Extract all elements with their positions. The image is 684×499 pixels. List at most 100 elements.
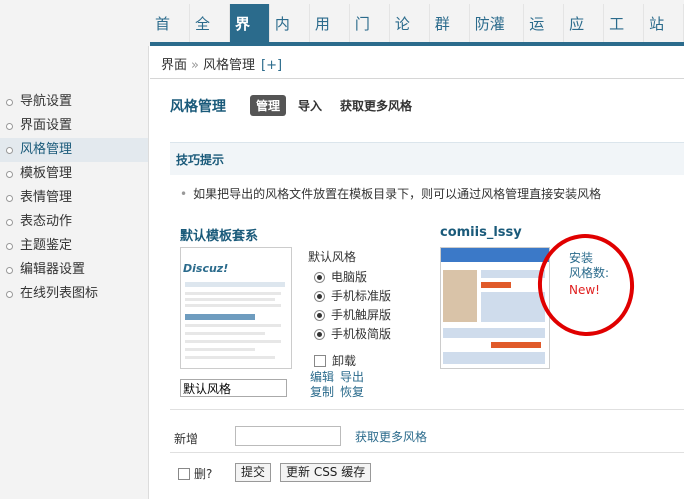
nav-tools[interactable]: 工具 [604, 4, 645, 73]
bullet-icon [6, 99, 13, 106]
sidebar-item-label: 导航设置 [20, 94, 73, 109]
options-header: 默认风格 [308, 250, 357, 264]
nav-home[interactable]: 首页 [150, 4, 190, 73]
sidebar-item-label: 编辑器设置 [20, 262, 86, 277]
option-label: 电脑版 [331, 270, 368, 284]
bullet-icon [6, 171, 13, 178]
new-style-input[interactable] [235, 426, 341, 446]
nav-interface[interactable]: 界面 [229, 4, 270, 73]
thumb-block [481, 292, 545, 322]
nav-users[interactable]: 用户 [310, 4, 350, 73]
edit-link[interactable]: 编辑 [310, 370, 334, 385]
top-bar: 首页 全局 界面 内容 用户 门户 论坛 群组 防灌水 运营 应用 工具 站长 [0, 0, 684, 73]
tips-panel: 技巧提示 [170, 142, 684, 175]
copy-link[interactable]: 复制 [310, 385, 334, 400]
sidebar-item-label: 表情管理 [20, 190, 73, 205]
radio-icon[interactable] [314, 272, 325, 283]
sidebar-item-online-icons[interactable]: 在线列表图标 [0, 282, 148, 306]
breadcrumb: 界面 » 风格管理 [+] [161, 54, 282, 73]
style1-name-input[interactable] [180, 379, 287, 397]
sidebar-item-thread-stamps[interactable]: 主题鉴定 [0, 234, 148, 258]
tab-import[interactable]: 导入 [292, 95, 328, 116]
sidebar-item-template-management[interactable]: 模板管理 [0, 162, 148, 186]
breadcrumb-section[interactable]: 界面 [161, 58, 187, 73]
option-mobile-standard[interactable]: 手机标准版 [308, 287, 391, 306]
nav-antispam[interactable]: 防灌水 [470, 4, 525, 73]
bullet-icon [6, 243, 13, 250]
sidebar-item-emoticons[interactable]: 表情管理 [0, 186, 148, 210]
option-mobile-touch[interactable]: 手机触屏版 [308, 306, 391, 325]
sidebar-item-label: 表态动作 [20, 214, 73, 229]
sub-tabs: 管理 导入 获取更多风格 [250, 95, 418, 116]
thumb-photo [443, 270, 477, 322]
thumb-row [185, 340, 281, 343]
thumb-row [185, 292, 281, 295]
update-css-cache-button[interactable]: 更新 CSS 缓存 [280, 463, 372, 482]
install-link[interactable]: 安装 [569, 251, 593, 265]
thumb-block [443, 328, 545, 338]
bullet-icon [6, 147, 13, 154]
thumb-block [443, 352, 545, 364]
sidebar-item-style-management[interactable]: 风格管理 [0, 138, 148, 162]
add-shortcut-link[interactable]: [+] [261, 58, 282, 73]
thumb-row [185, 304, 281, 307]
thumb-row [185, 298, 275, 301]
style1-title[interactable]: 默认模板套系 [180, 225, 258, 244]
nav-admin[interactable]: 站长 [644, 4, 684, 73]
breadcrumb-page: 风格管理 [202, 58, 255, 73]
option-label: 手机触屏版 [331, 308, 392, 322]
uninstall-option[interactable]: 卸载 [308, 352, 391, 369]
style2-thumbnail[interactable] [440, 247, 550, 369]
sidebar-item-nav-settings[interactable]: 导航设置 [0, 90, 148, 114]
radio-icon[interactable] [314, 291, 325, 302]
tip-text: • 如果把导出的风格文件放置在模板目录下，则可以通过风格管理直接安装风格 [180, 185, 601, 202]
checkbox-icon[interactable] [178, 467, 190, 480]
page-title: 风格管理 [170, 99, 226, 115]
style2-install: 安装 风格数: New! [569, 251, 609, 298]
nav-content[interactable]: 内容 [270, 4, 310, 73]
option-label: 手机极简版 [331, 327, 392, 341]
sidebar-item-label: 界面设置 [20, 118, 73, 133]
main-content: 风格管理 管理 导入 获取更多风格 技巧提示 • 如果把导出的风格文件放置在模板目… [150, 79, 684, 499]
nav-global[interactable]: 全局 [190, 4, 230, 73]
submit-button[interactable]: 提交 [235, 463, 272, 482]
thumb-row [185, 332, 265, 335]
uninstall-label: 卸载 [332, 354, 357, 368]
checkbox-icon[interactable] [314, 354, 326, 367]
add-label: 新增 [174, 432, 199, 446]
radio-icon[interactable] [314, 310, 325, 321]
sidebar-item-reactions[interactable]: 表态动作 [0, 210, 148, 234]
tab-get-more-styles[interactable]: 获取更多风格 [334, 95, 418, 116]
nav-groups[interactable]: 群组 [430, 4, 470, 73]
thumb-bar [185, 282, 285, 287]
divider [170, 409, 684, 410]
delete-option[interactable]: 删? [178, 465, 212, 482]
nav-apps[interactable]: 应用 [564, 4, 605, 73]
nav-operations[interactable]: 运营 [524, 4, 565, 73]
bullet-icon [6, 291, 13, 298]
tab-manage[interactable]: 管理 [250, 95, 287, 116]
sidebar-item-interface-settings[interactable]: 界面设置 [0, 114, 148, 138]
option-pc[interactable]: 电脑版 [308, 268, 391, 287]
option-label: 手机标准版 [331, 289, 392, 303]
bullet-icon [6, 219, 13, 226]
sidebar-item-label: 在线列表图标 [20, 286, 99, 301]
restore-link[interactable]: 恢复 [340, 385, 364, 400]
radio-icon[interactable] [314, 329, 325, 340]
breadcrumb-bar: 界面 » 风格管理 [+] [150, 46, 684, 79]
sidebar-item-label: 模板管理 [20, 166, 73, 181]
nav-forum[interactable]: 论坛 [390, 4, 430, 73]
sidebar-item-editor-settings[interactable]: 编辑器设置 [0, 258, 148, 282]
export-link[interactable]: 导出 [340, 370, 364, 385]
sidebar-item-label: 主题鉴定 [20, 238, 73, 253]
thumb-row [185, 356, 275, 359]
sidebar-item-label: 风格管理 [20, 142, 73, 157]
nav-portal[interactable]: 门户 [350, 4, 390, 73]
get-more-styles-link[interactable]: 获取更多风格 [355, 428, 427, 445]
option-mobile-minimal[interactable]: 手机极简版 [308, 325, 391, 344]
style2-title[interactable]: comiis_lssy [440, 225, 522, 240]
thumb-block [481, 270, 545, 278]
thumb-row [185, 348, 255, 351]
style1-thumbnail[interactable]: Discuz! [180, 247, 292, 369]
thumb-row [185, 324, 281, 327]
